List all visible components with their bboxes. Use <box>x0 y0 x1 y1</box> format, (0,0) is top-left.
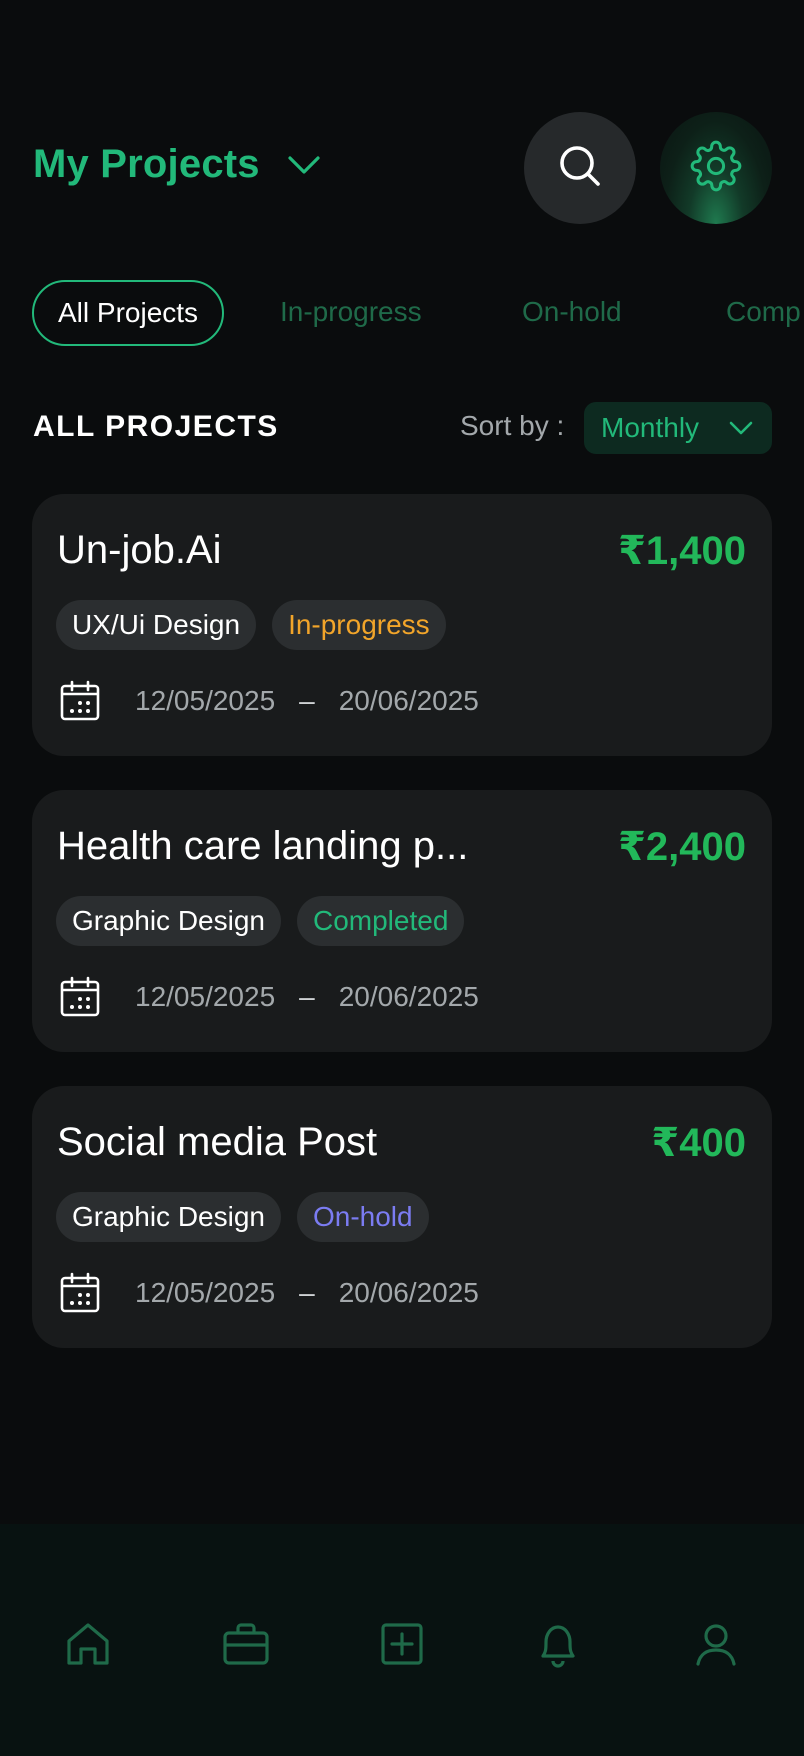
project-switcher[interactable]: My Projects <box>33 142 322 187</box>
end-date: 20/06/2025 <box>338 981 479 1012</box>
nav-projects[interactable] <box>216 1616 276 1676</box>
app-header: My Projects <box>0 0 804 240</box>
category-badge: Graphic Design <box>56 896 281 946</box>
end-date: 20/06/2025 <box>338 685 479 716</box>
filter-tabs: All Projects In-progress On-hold Comp <box>32 280 801 346</box>
project-amount: ₹400 <box>651 1121 746 1165</box>
date-separator: – <box>299 685 315 716</box>
nav-notifications[interactable] <box>528 1616 588 1676</box>
status-badge: In-progress <box>272 600 446 650</box>
briefcase-icon <box>221 1619 271 1674</box>
project-card[interactable]: Un-job.Ai ₹1,400 UX/Ui Design In-progres… <box>32 494 772 756</box>
end-date: 20/06/2025 <box>338 1277 479 1308</box>
tab-completed[interactable]: Comp <box>726 296 801 328</box>
project-name: Health care landing p... <box>57 824 469 868</box>
settings-button[interactable] <box>660 112 772 224</box>
calendar-icon <box>59 1272 101 1314</box>
sort-dropdown[interactable]: Monthly <box>584 402 772 454</box>
date-separator: – <box>299 981 315 1012</box>
home-icon <box>63 1619 113 1674</box>
start-date: 12/05/2025 <box>135 981 276 1012</box>
chevron-down-icon <box>728 415 754 441</box>
tab-on-hold[interactable]: On-hold <box>522 296 622 328</box>
section-title: ALL PROJECTS <box>33 410 279 443</box>
calendar-icon <box>59 976 101 1018</box>
project-card[interactable]: Health care landing p... ₹2,400 Graphic … <box>32 790 772 1052</box>
project-name: Un-job.Ai <box>57 528 222 572</box>
project-amount: ₹1,400 <box>618 529 746 573</box>
category-badge: UX/Ui Design <box>56 600 257 650</box>
bottom-nav <box>0 1524 804 1756</box>
category-badge: Graphic Design <box>56 1192 281 1242</box>
bell-icon <box>533 1619 583 1674</box>
project-name: Social media Post <box>57 1120 378 1164</box>
search-icon <box>558 144 602 193</box>
gear-icon <box>690 140 742 197</box>
search-button[interactable] <box>524 112 636 224</box>
sort-label: Sort by : <box>460 410 565 441</box>
add-square-icon <box>377 1619 427 1674</box>
status-badge: Completed <box>296 896 465 946</box>
nav-home[interactable] <box>58 1616 118 1676</box>
project-card[interactable]: Social media Post ₹400 Graphic Design On… <box>32 1086 772 1348</box>
chevron-down-icon <box>286 147 322 183</box>
tab-in-progress[interactable]: In-progress <box>280 296 422 328</box>
tab-all-projects[interactable]: All Projects <box>32 280 225 346</box>
page-title: My Projects <box>33 142 260 186</box>
calendar-icon <box>59 680 101 722</box>
start-date: 12/05/2025 <box>135 1277 276 1308</box>
user-icon <box>691 1619 741 1674</box>
date-separator: – <box>299 1277 315 1308</box>
nav-add[interactable] <box>372 1616 432 1676</box>
nav-profile[interactable] <box>686 1616 746 1676</box>
project-amount: ₹2,400 <box>618 825 746 869</box>
sort-value: Monthly <box>601 412 700 443</box>
status-badge: On-hold <box>296 1192 429 1242</box>
start-date: 12/05/2025 <box>135 685 276 716</box>
